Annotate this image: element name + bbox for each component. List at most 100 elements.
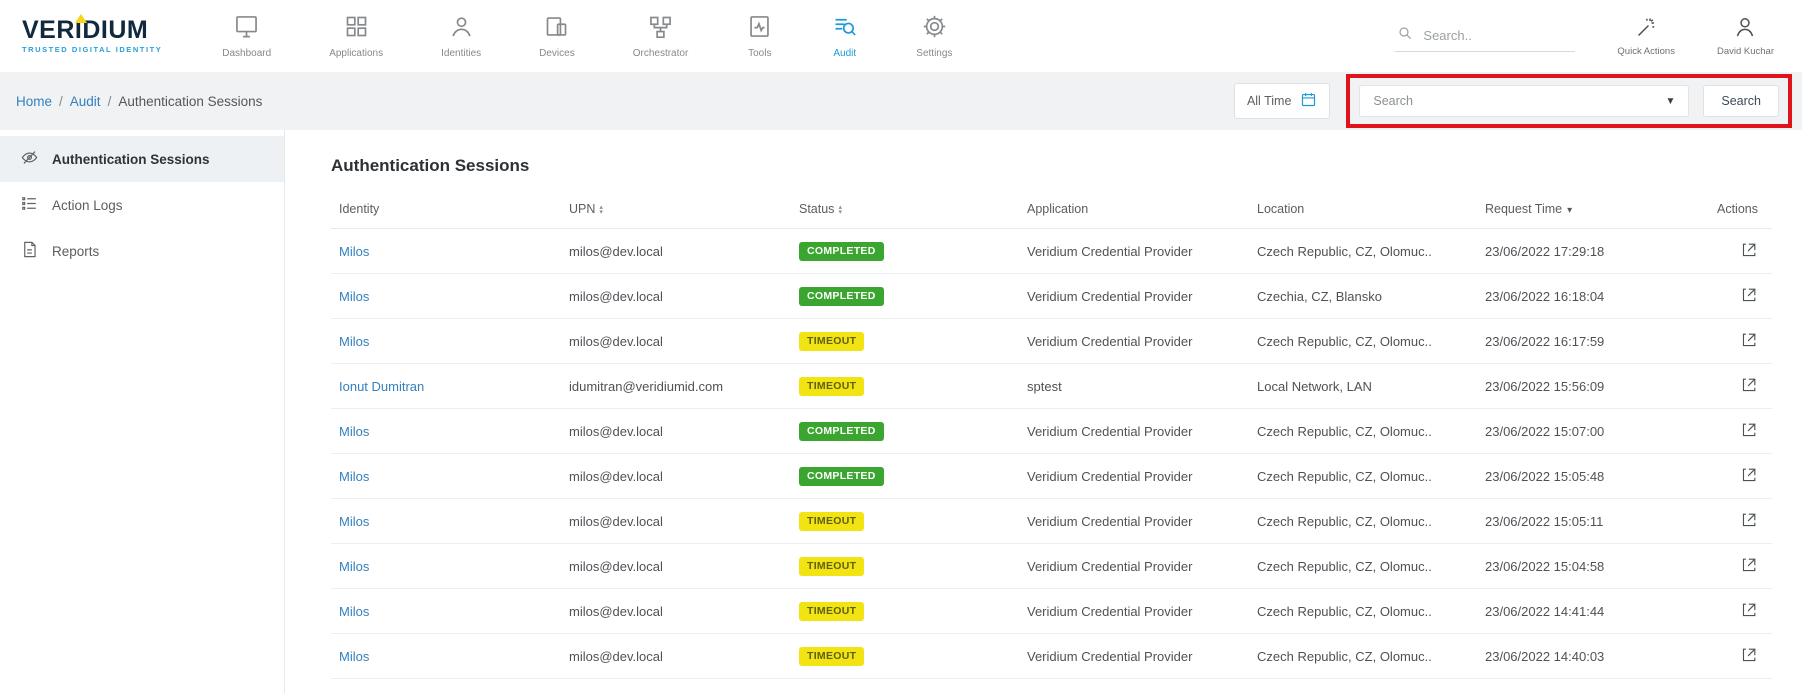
brand-tagline: TRUSTED DIGITAL IDENTITY [22, 45, 162, 54]
reports-icon [20, 240, 39, 262]
nav-label: Dashboard [222, 48, 271, 59]
dashboard-icon [233, 13, 260, 43]
status-badge: TIMEOUT [799, 557, 864, 576]
application-cell: Veridium Credential Provider [1019, 454, 1249, 499]
status-badge: TIMEOUT [799, 332, 864, 351]
breadcrumb-separator: / [108, 94, 112, 109]
identity-link[interactable]: Ionut Dumitran [339, 379, 424, 394]
identity-link[interactable]: Milos [339, 649, 369, 664]
sidebar-item-reports[interactable]: Reports [0, 228, 284, 274]
quick-actions-wand-icon [1634, 15, 1658, 42]
location-cell: Czech Republic, CZ, Olomuc.. [1249, 409, 1477, 454]
location-cell: Czech Republic, CZ, Olomuc.. [1249, 454, 1477, 499]
nav-item-orchestrator[interactable]: Orchestrator [633, 13, 689, 59]
sidebar: Authentication Sessions Action Logs Repo… [0, 130, 285, 693]
table-row: Milosmilos@dev.localTIMEOUTVeridium Cred… [331, 544, 1772, 589]
applications-icon [343, 13, 370, 43]
nav-item-devices[interactable]: Devices [539, 13, 575, 59]
sidebar-item-label: Reports [52, 244, 99, 259]
upn-cell: milos@dev.local [561, 499, 791, 544]
nav-item-identities[interactable]: Identities [441, 13, 481, 59]
brand-triangle-icon [75, 14, 87, 23]
search-type-dropdown[interactable]: Search ▼ [1359, 85, 1689, 117]
view-session-details-icon[interactable] [1741, 601, 1758, 621]
table-row: Ionut Dumitranidumitran@veridiumid.comTI… [331, 364, 1772, 409]
sidebar-item-authentication-sessions[interactable]: Authentication Sessions [0, 136, 284, 182]
nav-item-audit[interactable]: Audit [831, 13, 858, 59]
column-header-upn[interactable]: UPN▴▾ [561, 192, 791, 229]
view-session-details-icon[interactable] [1741, 466, 1758, 486]
application-cell: Veridium Credential Provider [1019, 409, 1249, 454]
nav-item-tools[interactable]: Tools [746, 13, 773, 59]
settings-gear-icon [921, 13, 948, 43]
application-cell: sptest [1019, 364, 1249, 409]
quick-actions-label: Quick Actions [1617, 46, 1675, 57]
view-session-details-icon[interactable] [1741, 646, 1758, 666]
identity-link[interactable]: Milos [339, 244, 369, 259]
location-cell: Czech Republic, CZ, Olomuc.. [1249, 499, 1477, 544]
nav-label: Orchestrator [633, 48, 689, 59]
status-badge: COMPLETED [799, 242, 884, 261]
devices-icon [543, 13, 570, 43]
view-session-details-icon[interactable] [1741, 241, 1758, 261]
time-filter-button[interactable]: All Time [1234, 83, 1330, 119]
nav-item-dashboard[interactable]: Dashboard [222, 13, 271, 59]
application-cell: Veridium Credential Provider [1019, 499, 1249, 544]
nav-item-applications[interactable]: Applications [329, 13, 383, 59]
user-menu[interactable]: David Kuchar [1717, 15, 1774, 57]
view-session-details-icon[interactable] [1741, 556, 1758, 576]
breadcrumb-home-link[interactable]: Home [16, 94, 52, 109]
table-header-row: Identity UPN▴▾ Status▴▾ Application Loca… [331, 192, 1772, 229]
identity-link[interactable]: Milos [339, 334, 369, 349]
application-cell: Veridium Credential Provider [1019, 274, 1249, 319]
identity-link[interactable]: Milos [339, 604, 369, 619]
breadcrumb-separator: / [59, 94, 63, 109]
upn-cell: milos@dev.local [561, 319, 791, 364]
main-nav: Dashboard Applications Identities Device… [222, 13, 952, 59]
table-row: Milosmilos@dev.localTIMEOUTVeridium Cred… [331, 499, 1772, 544]
column-header-request-time[interactable]: Request Time▾ [1477, 192, 1689, 229]
request-time-cell: 23/06/2022 15:05:11 [1477, 499, 1689, 544]
request-time-cell: 23/06/2022 15:05:48 [1477, 454, 1689, 499]
time-filter-label: All Time [1247, 94, 1291, 108]
audit-icon [831, 13, 858, 43]
nav-label: Tools [748, 48, 771, 59]
location-cell: Czech Republic, CZ, Olomuc.. [1249, 319, 1477, 364]
top-navigation-bar: VERIDIUM TRUSTED DIGITAL IDENTITY Dashbo… [0, 0, 1802, 72]
view-session-details-icon[interactable] [1741, 376, 1758, 396]
user-name-label: David Kuchar [1717, 46, 1774, 57]
identity-link[interactable]: Milos [339, 469, 369, 484]
filter-area: All Time Search ▼ Search [1234, 74, 1792, 128]
view-session-details-icon[interactable] [1741, 421, 1758, 441]
request-time-cell: 23/06/2022 14:40:03 [1477, 634, 1689, 679]
table-row: Milosmilos@dev.localCOMPLETEDVeridium Cr… [331, 454, 1772, 499]
breadcrumb-audit-link[interactable]: Audit [70, 94, 101, 109]
upn-cell: milos@dev.local [561, 229, 791, 274]
page-title: Authentication Sessions [331, 156, 1772, 176]
upn-cell: milos@dev.local [561, 454, 791, 499]
identity-link[interactable]: Milos [339, 514, 369, 529]
global-search-input[interactable] [1423, 28, 1553, 43]
view-session-details-icon[interactable] [1741, 511, 1758, 531]
sidebar-item-action-logs[interactable]: Action Logs [0, 182, 284, 228]
table-row: Milos milos@dev.local TIMEOUT Veridium Cred… [331, 319, 1772, 364]
view-session-details-icon[interactable] [1741, 286, 1758, 306]
nav-label: Settings [916, 48, 952, 59]
veridium-logo[interactable]: VERIDIUM TRUSTED DIGITAL IDENTITY [22, 18, 162, 54]
status-badge: TIMEOUT [799, 377, 864, 396]
status-badge: TIMEOUT [799, 602, 864, 621]
application-cell: Veridium Credential Provider [1019, 319, 1249, 364]
location-cell: Czech Republic, CZ, Olomuc.. [1249, 589, 1477, 634]
quick-actions-button[interactable]: Quick Actions [1617, 15, 1675, 57]
table-footer: 100 total 12345 [331, 679, 1772, 693]
column-header-status[interactable]: Status▴▾ [791, 192, 1019, 229]
nav-item-settings[interactable]: Settings [916, 13, 952, 59]
identity-link[interactable]: Milos [339, 424, 369, 439]
identity-link[interactable]: Milos [339, 289, 369, 304]
view-session-details-icon[interactable] [1741, 331, 1758, 351]
search-button[interactable]: Search [1703, 85, 1779, 117]
action-logs-icon [20, 194, 39, 216]
identity-link[interactable]: Milos [339, 559, 369, 574]
global-search [1395, 20, 1575, 52]
status-badge: COMPLETED [799, 422, 884, 441]
